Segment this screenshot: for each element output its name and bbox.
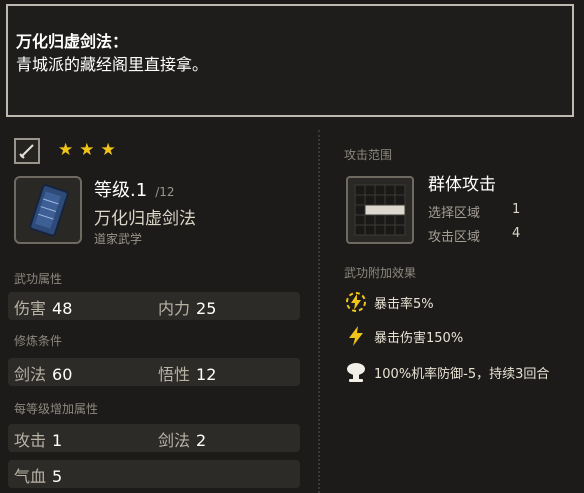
effect-text: 暴击伤害150% bbox=[374, 330, 464, 346]
effect-item: 暴击伤害150% bbox=[344, 324, 463, 348]
martial-stats-row: 伤害 48 内力 25 bbox=[8, 292, 300, 320]
stat-value: 2 bbox=[196, 431, 207, 450]
star-rating: ★ ★ ★ bbox=[58, 140, 116, 160]
effects-label: 武功附加效果 bbox=[344, 266, 417, 280]
effect-text: 100%机率防御-5，持续3回合 bbox=[374, 366, 550, 382]
stat-value: 60 bbox=[52, 365, 73, 384]
star-icon: ★ bbox=[100, 140, 116, 160]
stat-name: 攻击 bbox=[14, 431, 47, 450]
stat-hp: 气血 5 bbox=[14, 463, 62, 487]
stat-internal-power: 内力 25 bbox=[158, 295, 216, 319]
tooltip-title: 万化归虚剑法： bbox=[16, 32, 129, 51]
stat-name: 内力 bbox=[158, 299, 191, 318]
attack-area-label: 攻击区域 bbox=[428, 230, 481, 245]
star-icon: ★ bbox=[58, 140, 74, 160]
stat-swordsmanship: 剑法 2 bbox=[158, 427, 206, 451]
stat-name: 伤害 bbox=[14, 299, 47, 318]
stat-name: 悟性 bbox=[158, 365, 191, 384]
lightning-icon bbox=[344, 324, 368, 348]
effect-item: 暴击率5% bbox=[344, 290, 434, 314]
stat-damage: 伤害 48 bbox=[14, 295, 72, 319]
martial-attrs-label: 武功属性 bbox=[14, 272, 63, 286]
stat-value: 48 bbox=[52, 299, 73, 318]
sword-icon[interactable] bbox=[14, 138, 40, 164]
stat-value: 5 bbox=[52, 467, 63, 486]
stat-swordsmanship: 剑法 60 bbox=[14, 361, 72, 385]
requirements-label: 修炼条件 bbox=[14, 334, 63, 348]
effect-item: 100%机率防御-5，持续3回合 bbox=[344, 360, 549, 384]
range-type: 群体攻击 bbox=[428, 175, 496, 195]
range-grid-icon bbox=[346, 176, 414, 244]
stat-name: 剑法 bbox=[14, 365, 47, 384]
critical-rate-icon bbox=[344, 290, 368, 314]
select-area-label: 选择区域 bbox=[428, 206, 481, 221]
panel-divider bbox=[318, 130, 320, 493]
per-level-label: 每等级增加属性 bbox=[14, 402, 99, 416]
per-level-stats-row: 气血 5 bbox=[8, 460, 300, 488]
requirement-stats-row: 剑法 60 悟性 12 bbox=[8, 358, 300, 386]
level-max: /12 bbox=[155, 185, 175, 199]
range-label: 攻击范围 bbox=[344, 148, 393, 162]
skill-info-panel: ★ ★ ★ 等级.1 /12 万化归虚剑法 道家武学 武功属性 伤害 48 内力… bbox=[0, 124, 316, 493]
attack-area-value: 4 bbox=[512, 226, 521, 241]
select-area: 选择区域 1 bbox=[428, 202, 520, 221]
stat-name: 气血 bbox=[14, 467, 47, 486]
skill-level: 等级.1 /12 bbox=[94, 176, 175, 202]
tooltip-description: 青城派的藏经阁里直接拿。 bbox=[16, 55, 209, 74]
select-area-value: 1 bbox=[512, 202, 521, 217]
stat-value: 12 bbox=[196, 365, 217, 384]
level-value: 等级.1 bbox=[94, 180, 148, 201]
skill-book-icon[interactable] bbox=[14, 176, 82, 244]
attack-range-panel: 攻击范围 群体攻击 选择区域 1 攻击区域 4 武功附加效果 暴击率5% 暴击伤… bbox=[322, 124, 584, 493]
per-level-stats-row: 攻击 1 剑法 2 bbox=[8, 424, 300, 452]
skill-school: 道家武学 bbox=[94, 232, 143, 246]
skill-name: 万化归虚剑法 bbox=[94, 209, 196, 229]
effect-text: 暴击率5% bbox=[374, 296, 434, 312]
mushroom-cloud-icon bbox=[344, 360, 368, 384]
stat-value: 25 bbox=[196, 299, 217, 318]
stat-comprehension: 悟性 12 bbox=[158, 361, 216, 385]
stat-name: 剑法 bbox=[158, 431, 191, 450]
stat-attack: 攻击 1 bbox=[14, 427, 62, 451]
stat-value: 1 bbox=[52, 431, 63, 450]
skill-tooltip: 万化归虚剑法： 青城派的藏经阁里直接拿。 bbox=[6, 4, 574, 117]
star-icon: ★ bbox=[79, 140, 95, 160]
attack-area: 攻击区域 4 bbox=[428, 226, 520, 245]
